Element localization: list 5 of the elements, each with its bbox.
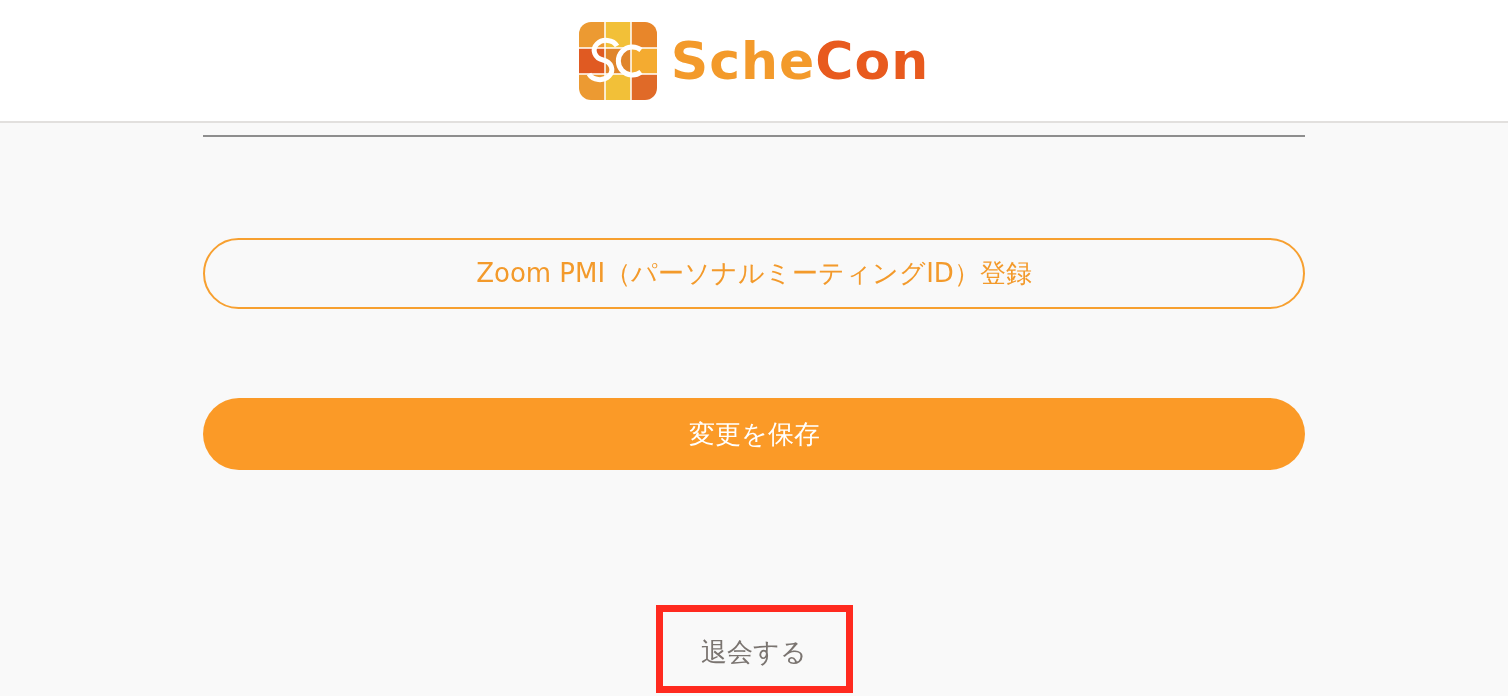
- withdraw-link[interactable]: 退会する: [701, 635, 807, 670]
- pmi-register-button[interactable]: Zoom PMI（パーソナルミーティングID）登録: [203, 238, 1305, 309]
- save-button[interactable]: 変更を保存: [203, 398, 1305, 470]
- logo-text: ScheCon: [670, 30, 930, 91]
- logo-icon: [578, 21, 657, 100]
